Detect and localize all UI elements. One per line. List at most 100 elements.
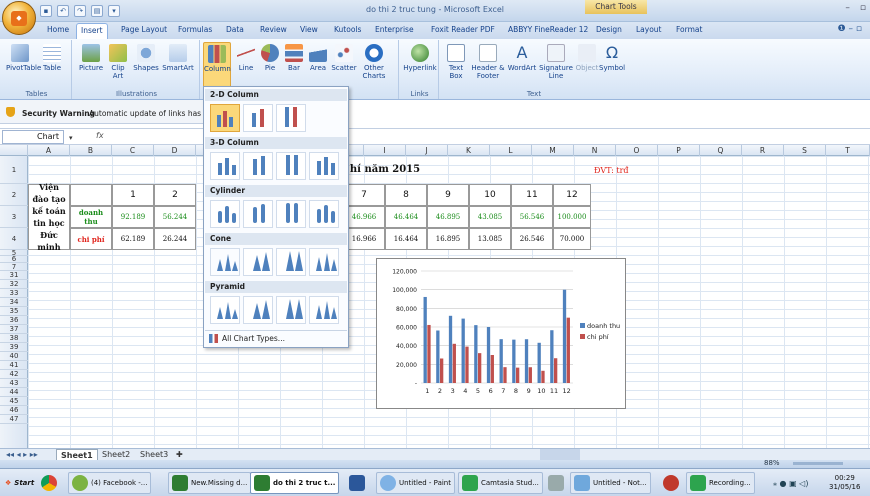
column-header[interactable]: O — [616, 145, 658, 156]
row-header[interactable]: 41 — [0, 361, 28, 370]
table-cell[interactable]: 16.895 — [427, 228, 469, 250]
column-header[interactable]: B — [70, 145, 112, 156]
column-header[interactable]: Q — [700, 145, 742, 156]
table-cell[interactable]: 56.546 — [511, 206, 553, 228]
tab-view[interactable]: View — [300, 25, 318, 34]
all-chart-types-item[interactable]: All Chart Types... — [205, 330, 347, 345]
other-charts-button[interactable]: Other Charts — [359, 44, 389, 80]
fx-icon[interactable]: fx — [96, 131, 104, 140]
table-cell[interactable]: 46.895 — [427, 206, 469, 228]
month-header[interactable]: 11 — [511, 184, 553, 206]
row-header[interactable]: 7 — [0, 263, 28, 271]
tab-foxit[interactable]: Foxit Reader PDF — [431, 25, 495, 34]
tab-home[interactable]: Home — [47, 25, 69, 34]
table-cell[interactable]: 46.966 — [343, 206, 385, 228]
tab-kutools[interactable]: Kutools — [334, 25, 361, 34]
cone-option-3[interactable] — [276, 248, 306, 276]
row-header[interactable]: 47 — [0, 415, 28, 424]
table-cell[interactable]: 16.464 — [385, 228, 427, 250]
table-cell[interactable]: 16.966 — [343, 228, 385, 250]
taskbar-item[interactable] — [660, 472, 682, 494]
column-header[interactable]: S — [784, 145, 826, 156]
tab-design[interactable]: Design — [596, 25, 622, 34]
month-header[interactable]: 2 — [154, 184, 196, 206]
row-header[interactable]: 6 — [0, 256, 28, 263]
name-box[interactable]: Chart 5▾ — [2, 130, 73, 153]
cone-option-2[interactable] — [243, 248, 273, 276]
cylinder-option-4[interactable] — [309, 200, 339, 228]
taskbar-item[interactable]: Untitled - Not... — [570, 472, 651, 494]
cylinder-option-1[interactable] — [210, 200, 240, 228]
pyramid-option-4[interactable] — [309, 296, 339, 324]
row-header[interactable]: 39 — [0, 343, 28, 352]
save-icon[interactable]: ▪ — [40, 5, 52, 17]
row-header[interactable]: 32 — [0, 280, 28, 289]
column-header[interactable]: M — [532, 145, 574, 156]
hyperlink-button[interactable]: Hyperlink — [403, 44, 437, 72]
area-chart-button[interactable]: Area — [307, 44, 329, 72]
row-header[interactable]: 3 — [0, 206, 28, 228]
row-header[interactable]: 33 — [0, 289, 28, 298]
table-cell[interactable]: 46.464 — [385, 206, 427, 228]
column-header[interactable]: L — [490, 145, 532, 156]
tab-format[interactable]: Format — [676, 25, 702, 34]
taskbar-item[interactable]: (4) Facebook -... — [68, 472, 152, 494]
column-header[interactable]: J — [406, 145, 448, 156]
tab-abbyy[interactable]: ABBYY FineReader 12 — [508, 25, 588, 34]
table-cell[interactable]: 92.189 — [112, 206, 154, 228]
column-header[interactable]: P — [658, 145, 700, 156]
cylinder-option-2[interactable] — [243, 200, 273, 228]
tab-data[interactable]: Data — [226, 25, 244, 34]
cylinder-option-3[interactable] — [276, 200, 306, 228]
column-header[interactable]: A — [28, 145, 70, 156]
taskbar-item[interactable]: Untitled - Paint — [376, 472, 455, 494]
zoom-level[interactable]: 88% — [764, 459, 780, 467]
taskbar-item[interactable] — [545, 472, 567, 494]
3d-100-stacked-column-option[interactable] — [276, 152, 306, 180]
row-header[interactable]: 4 — [0, 228, 28, 250]
embedded-chart[interactable]: 120,000 100,000 80,000 60,000 40,000 20,000 - 1… — [376, 258, 626, 409]
help-icon[interactable]: ❶ – ▫ — [838, 24, 862, 34]
row-header[interactable]: 45 — [0, 397, 28, 406]
row-header[interactable]: 44 — [0, 388, 28, 397]
pie-chart-button[interactable]: Pie — [259, 44, 281, 72]
row-header[interactable]: 31 — [0, 271, 28, 280]
customize-qat-icon[interactable]: ▾ — [108, 5, 120, 17]
row-header[interactable]: 36 — [0, 316, 28, 325]
table-cell[interactable]: 26.244 — [154, 228, 196, 250]
table-button[interactable]: Table — [38, 44, 66, 72]
tab-insert[interactable]: Insert — [76, 23, 108, 39]
pyramid-option-1[interactable] — [210, 296, 240, 324]
zoom-slider[interactable] — [793, 462, 843, 465]
tray-icons[interactable]: ⁎ ● ▣ ◁) — [773, 479, 808, 488]
tab-layout[interactable]: Layout — [636, 25, 662, 34]
tab-review[interactable]: Review — [260, 25, 287, 34]
row-header[interactable]: 2 — [0, 184, 28, 206]
column-header[interactable]: K — [448, 145, 490, 156]
cone-option-4[interactable] — [309, 248, 339, 276]
taskbar-item[interactable]: Recording... — [686, 472, 755, 494]
row-header[interactable]: 34 — [0, 298, 28, 307]
clip-art-button[interactable]: Clip Art — [106, 44, 130, 80]
taskbar-item[interactable] — [346, 472, 368, 494]
row-header[interactable]: 1 — [0, 156, 28, 184]
row-header[interactable]: 46 — [0, 406, 28, 415]
column-header[interactable]: T — [826, 145, 870, 156]
3d-stacked-column-option[interactable] — [243, 152, 273, 180]
wordart-button[interactable]: A WordArt — [507, 44, 537, 73]
restore-button[interactable]: ▫ — [860, 3, 866, 13]
column-header[interactable]: R — [742, 145, 784, 156]
minimize-button[interactable]: – — [845, 3, 850, 13]
org-name-cell[interactable]: Viện đào tạo kế toán tin học Đức minh — [28, 182, 70, 252]
select-all-corner[interactable] — [0, 145, 28, 156]
column-chart-button[interactable]: Column — [203, 42, 231, 88]
3d-column-option[interactable] — [309, 152, 339, 180]
tab-formulas[interactable]: Formulas — [178, 25, 212, 34]
taskbar-item[interactable]: New.Missing d... — [168, 472, 252, 494]
table-cell[interactable]: 56.244 — [154, 206, 196, 228]
line-chart-button[interactable]: Line — [235, 44, 257, 72]
table-cell[interactable]: 26.546 — [511, 228, 553, 250]
header-footer-button[interactable]: Header & Footer — [471, 44, 505, 80]
stacked-column-option[interactable] — [243, 104, 273, 132]
column-header[interactable]: D — [154, 145, 196, 156]
